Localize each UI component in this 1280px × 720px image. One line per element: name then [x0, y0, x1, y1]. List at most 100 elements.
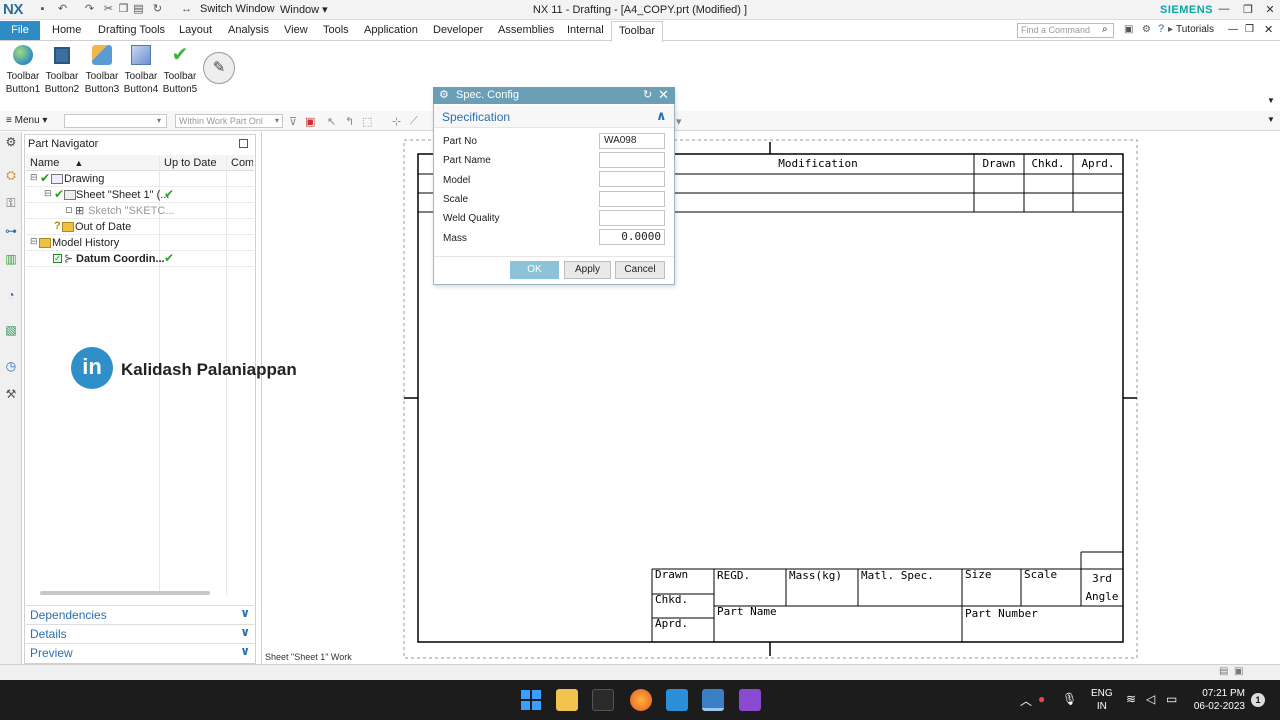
- scale-field[interactable]: [599, 191, 665, 207]
- column-comment[interactable]: Comm: [231, 157, 253, 169]
- column-name[interactable]: Name ▲: [30, 157, 83, 169]
- column-up-to-date[interactable]: Up to Date: [164, 157, 217, 169]
- clock[interactable]: 07:21 PM 06-02-2023: [1193, 687, 1245, 713]
- resource-settings-icon[interactable]: ⚙: [4, 135, 18, 149]
- help-icon[interactable]: ?: [1158, 23, 1164, 35]
- tree-row-sheet[interactable]: ⊟ ✔ Sheet "Sheet 1" (... ✔: [26, 187, 254, 203]
- tab-developer[interactable]: Developer: [433, 24, 483, 36]
- mass-field[interactable]: 0.0000: [599, 229, 665, 245]
- tab-tools[interactable]: Tools: [323, 24, 349, 36]
- tab-layout[interactable]: Layout: [179, 24, 212, 36]
- panel-maximize-icon[interactable]: [239, 139, 248, 148]
- ribbon-expand-icon[interactable]: ▼: [1267, 96, 1275, 105]
- collapse-icon[interactable]: ⊟: [30, 172, 38, 183]
- tab-internal[interactable]: Internal: [567, 24, 604, 36]
- minimize-icon[interactable]: —: [1216, 3, 1232, 15]
- tree-row-datum-csys[interactable]: ✓ ⊱ Datum Coordin... ✔: [26, 251, 254, 267]
- tab-toolbar[interactable]: Toolbar: [611, 21, 663, 42]
- toolbar-button-5[interactable]: ✔ Toolbar Button5: [160, 44, 200, 96]
- ribbon-restore-icon[interactable]: ❐: [1245, 24, 1254, 35]
- checkbox-icon[interactable]: [66, 207, 72, 213]
- section-dependencies[interactable]: Dependencies ∨: [26, 605, 254, 623]
- toggle-icon[interactable]: ▣: [1124, 24, 1133, 35]
- search-icon[interactable]: ⌕: [1102, 24, 1108, 35]
- assembly-navigator-icon[interactable]: ⚿: [4, 196, 18, 210]
- arrow2-icon[interactable]: ↰: [345, 115, 354, 128]
- close-icon[interactable]: ✕: [1262, 3, 1278, 16]
- cancel-button[interactable]: Cancel: [615, 261, 665, 279]
- notification-badge[interactable]: 1: [1251, 693, 1265, 707]
- toolbar-button-1[interactable]: Toolbar Button1: [3, 44, 43, 96]
- battery-icon[interactable]: ▭: [1166, 692, 1177, 706]
- firefox-icon[interactable]: [630, 689, 652, 711]
- line-icon[interactable]: ⟋: [410, 115, 418, 128]
- checkbox-checked-icon[interactable]: ✓: [53, 254, 62, 263]
- history-icon[interactable]: ◷: [4, 359, 18, 373]
- start-icon[interactable]: [520, 689, 542, 711]
- reuse-library-icon[interactable]: ▥: [4, 252, 18, 266]
- volume-icon[interactable]: ◁: [1146, 692, 1155, 706]
- notepad-icon[interactable]: ✎: [203, 52, 235, 84]
- tab-home[interactable]: Home: [52, 24, 81, 36]
- tab-application[interactable]: Application: [364, 24, 418, 36]
- snap-icon[interactable]: ⊹: [392, 115, 401, 128]
- part-navigator-icon[interactable]: ⛭: [4, 168, 18, 182]
- language-indicator[interactable]: ENG IN: [1091, 687, 1113, 713]
- status-icon[interactable]: ▤: [1219, 666, 1228, 677]
- tab-file[interactable]: File: [0, 21, 40, 40]
- collapse-icon[interactable]: ⊟: [44, 188, 52, 199]
- constraint-navigator-icon[interactable]: ⊶: [4, 224, 18, 238]
- chevron-down-icon[interactable]: ▾: [676, 115, 682, 128]
- file-explorer-icon[interactable]: [556, 689, 578, 711]
- dialog-settings-icon[interactable]: ⚙: [439, 88, 449, 101]
- tab-drafting-tools[interactable]: Drafting Tools: [98, 24, 165, 36]
- tree-row-sketch[interactable]: ⊞ Sketch "SKETC...: [26, 203, 254, 219]
- dialog-reset-icon[interactable]: ↻: [643, 88, 652, 101]
- cmdbar-expand-icon[interactable]: ▼: [1267, 115, 1275, 124]
- apply-button[interactable]: Apply: [564, 261, 611, 279]
- tutorials-link[interactable]: Tutorials: [1176, 24, 1214, 35]
- dialog-close-icon[interactable]: ✕: [658, 87, 669, 103]
- tab-analysis[interactable]: Analysis: [228, 24, 269, 36]
- roles-icon[interactable]: ⚒: [4, 387, 18, 401]
- tree-row-drawing[interactable]: ⊟ ✔ Drawing: [26, 171, 254, 187]
- selection-scope-select[interactable]: Within Work Part Onl: [175, 114, 283, 128]
- collapse-icon[interactable]: ⊟: [30, 236, 38, 247]
- chevron-up-icon[interactable]: ∧: [656, 108, 667, 124]
- model-field[interactable]: [599, 171, 665, 187]
- microphone-icon[interactable]: 🎙: [1062, 692, 1077, 706]
- find-command-input[interactable]: Find a Command: [1017, 23, 1114, 38]
- wifi-icon[interactable]: ≋: [1126, 692, 1136, 706]
- toolbar-button-4[interactable]: Toolbar Button4: [121, 44, 161, 96]
- visual-studio-icon[interactable]: [739, 689, 761, 711]
- ok-button[interactable]: OK: [510, 261, 559, 279]
- toolbar-button-2[interactable]: Toolbar Button2: [42, 44, 82, 96]
- tray-app-icon[interactable]: ●: [1038, 692, 1045, 706]
- tray-overflow-icon[interactable]: ︿: [1020, 692, 1032, 709]
- tab-view[interactable]: View: [284, 24, 308, 36]
- nx-taskbar-icon[interactable]: [702, 689, 724, 711]
- palette-icon[interactable]: ▧: [4, 323, 18, 337]
- box-select-icon[interactable]: ⬚: [362, 115, 372, 128]
- section-preview[interactable]: Preview ∨: [26, 643, 254, 661]
- selection-filter-select[interactable]: [64, 114, 167, 128]
- part-no-field[interactable]: WA098: [599, 133, 665, 149]
- arrow-icon[interactable]: ↖: [327, 115, 336, 128]
- tree-row-out-of-date[interactable]: ? Out of Date: [26, 219, 254, 235]
- horizontal-scrollbar[interactable]: [40, 591, 210, 595]
- settings-icon[interactable]: ⚙: [1142, 24, 1151, 35]
- tree-row-model-history[interactable]: ⊟ Model History: [26, 235, 254, 251]
- ribbon-minimize-icon[interactable]: —: [1228, 24, 1238, 35]
- vscode-icon[interactable]: [666, 689, 688, 711]
- app-icon[interactable]: [592, 689, 614, 711]
- web-browser-icon[interactable]: ◔: [4, 288, 18, 302]
- select-icon[interactable]: ▣: [305, 115, 315, 128]
- tab-assemblies[interactable]: Assemblies: [498, 24, 554, 36]
- filter-icon[interactable]: ⊽: [289, 115, 297, 128]
- toolbar-button-3[interactable]: Toolbar Button3: [82, 44, 122, 96]
- ribbon-close-icon[interactable]: ✕: [1264, 23, 1273, 36]
- part-name-field[interactable]: [599, 152, 665, 168]
- menu-button[interactable]: ≡ Menu ▾: [6, 115, 47, 126]
- restore-icon[interactable]: ❐: [1240, 3, 1256, 16]
- weld-quality-field[interactable]: [599, 210, 665, 226]
